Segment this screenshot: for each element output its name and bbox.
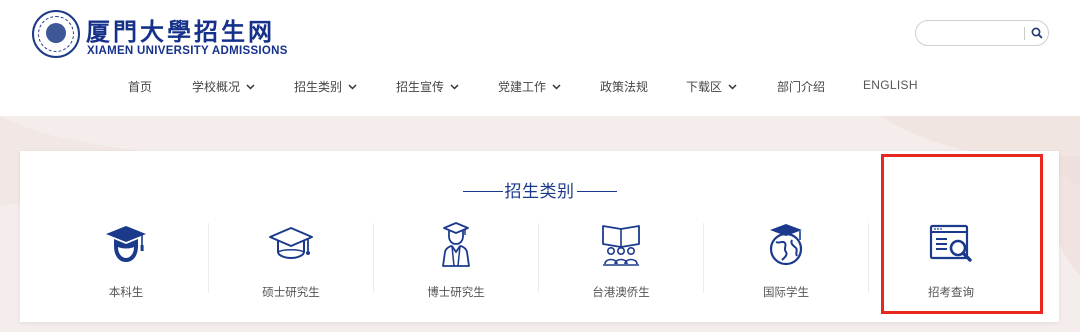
nav-item-label: 党建工作 (498, 80, 547, 94)
category-master[interactable]: 硕士研究生 (209, 216, 373, 316)
chevron-down-icon (246, 84, 255, 90)
category-label: 硕士研究生 (262, 285, 320, 299)
category-label: 国际学生 (763, 285, 809, 299)
search-divider (1024, 27, 1025, 40)
chevron-down-icon (728, 84, 737, 90)
mortarboard-icon (269, 227, 313, 260)
globe-cap-icon (769, 224, 803, 266)
title-dash-left (462, 191, 503, 192)
title-dash-right (576, 191, 617, 192)
category-undergraduate[interactable]: 本科生 (44, 216, 208, 316)
chevron-down-icon (450, 84, 459, 90)
category-doctoral[interactable]: 博士研究生 (374, 216, 538, 316)
reading-people-icon (602, 225, 640, 266)
category-label: 招考查询 (928, 285, 974, 299)
search-box (915, 20, 1049, 46)
nav-item-admission-types[interactable]: 招生类别 (294, 78, 357, 100)
nav-item-label: 招生类别 (294, 80, 343, 94)
logo-chinese-title: 厦門大學招生网 (86, 17, 275, 46)
nav-item-label: ENGLISH (863, 78, 918, 92)
admission-category-panel: 招生类别 本科生 硕士研究生 博士研究生 台港澳侨生 国际学生 招考查询 (20, 151, 1059, 322)
nav-item-party-work[interactable]: 党建工作 (498, 78, 561, 100)
university-seal-icon (32, 10, 80, 58)
window-search-icon (929, 224, 972, 262)
nav-item-label: 学校概况 (192, 80, 241, 94)
nav-item-promotion[interactable]: 招生宣传 (396, 78, 459, 100)
nav-item-label: 下载区 (686, 80, 723, 94)
graduate-cap-person-icon (106, 226, 146, 262)
nav-item-label: 招生宣传 (396, 80, 445, 94)
category-international[interactable]: 国际学生 (704, 216, 868, 316)
category-label: 台港澳侨生 (592, 285, 650, 299)
category-label: 本科生 (108, 285, 144, 299)
search-icon[interactable] (1029, 25, 1045, 41)
nav-item-departments[interactable]: 部门介绍 (777, 78, 825, 100)
category-hk-macao-taiwan[interactable]: 台港澳侨生 (539, 216, 703, 316)
logo-english-title: XIAMEN UNIVERSITY ADMISSIONS (87, 45, 288, 57)
nav-item-english[interactable]: ENGLISH (863, 78, 918, 100)
chevron-down-icon (348, 84, 357, 90)
category-label: 博士研究生 (427, 285, 485, 299)
category-admission-query[interactable]: 招考查询 (869, 216, 1033, 316)
doctor-gown-icon (442, 222, 470, 267)
nav-item-label: 政策法规 (600, 80, 649, 94)
nav-item-downloads[interactable]: 下载区 (686, 78, 737, 100)
nav-item-about[interactable]: 学校概况 (192, 78, 255, 100)
nav-item-home[interactable]: 首页 (128, 78, 152, 100)
nav-item-label: 部门介绍 (777, 80, 826, 94)
site-header: 厦門大學招生网 XIAMEN UNIVERSITY ADMISSIONS 首页 … (0, 0, 1080, 116)
nav-item-policies[interactable]: 政策法规 (600, 78, 648, 100)
panel-title: 招生类别 (20, 177, 1059, 202)
main-nav: 首页 学校概况 招生类别 招生宣传 党建工作 政策法规 下载区 部门介绍 ENG… (0, 78, 1080, 100)
chevron-down-icon (552, 84, 561, 90)
panel-title-text: 招生类别 (504, 182, 575, 202)
nav-item-label: 首页 (128, 80, 153, 94)
search-input[interactable] (926, 24, 1022, 42)
